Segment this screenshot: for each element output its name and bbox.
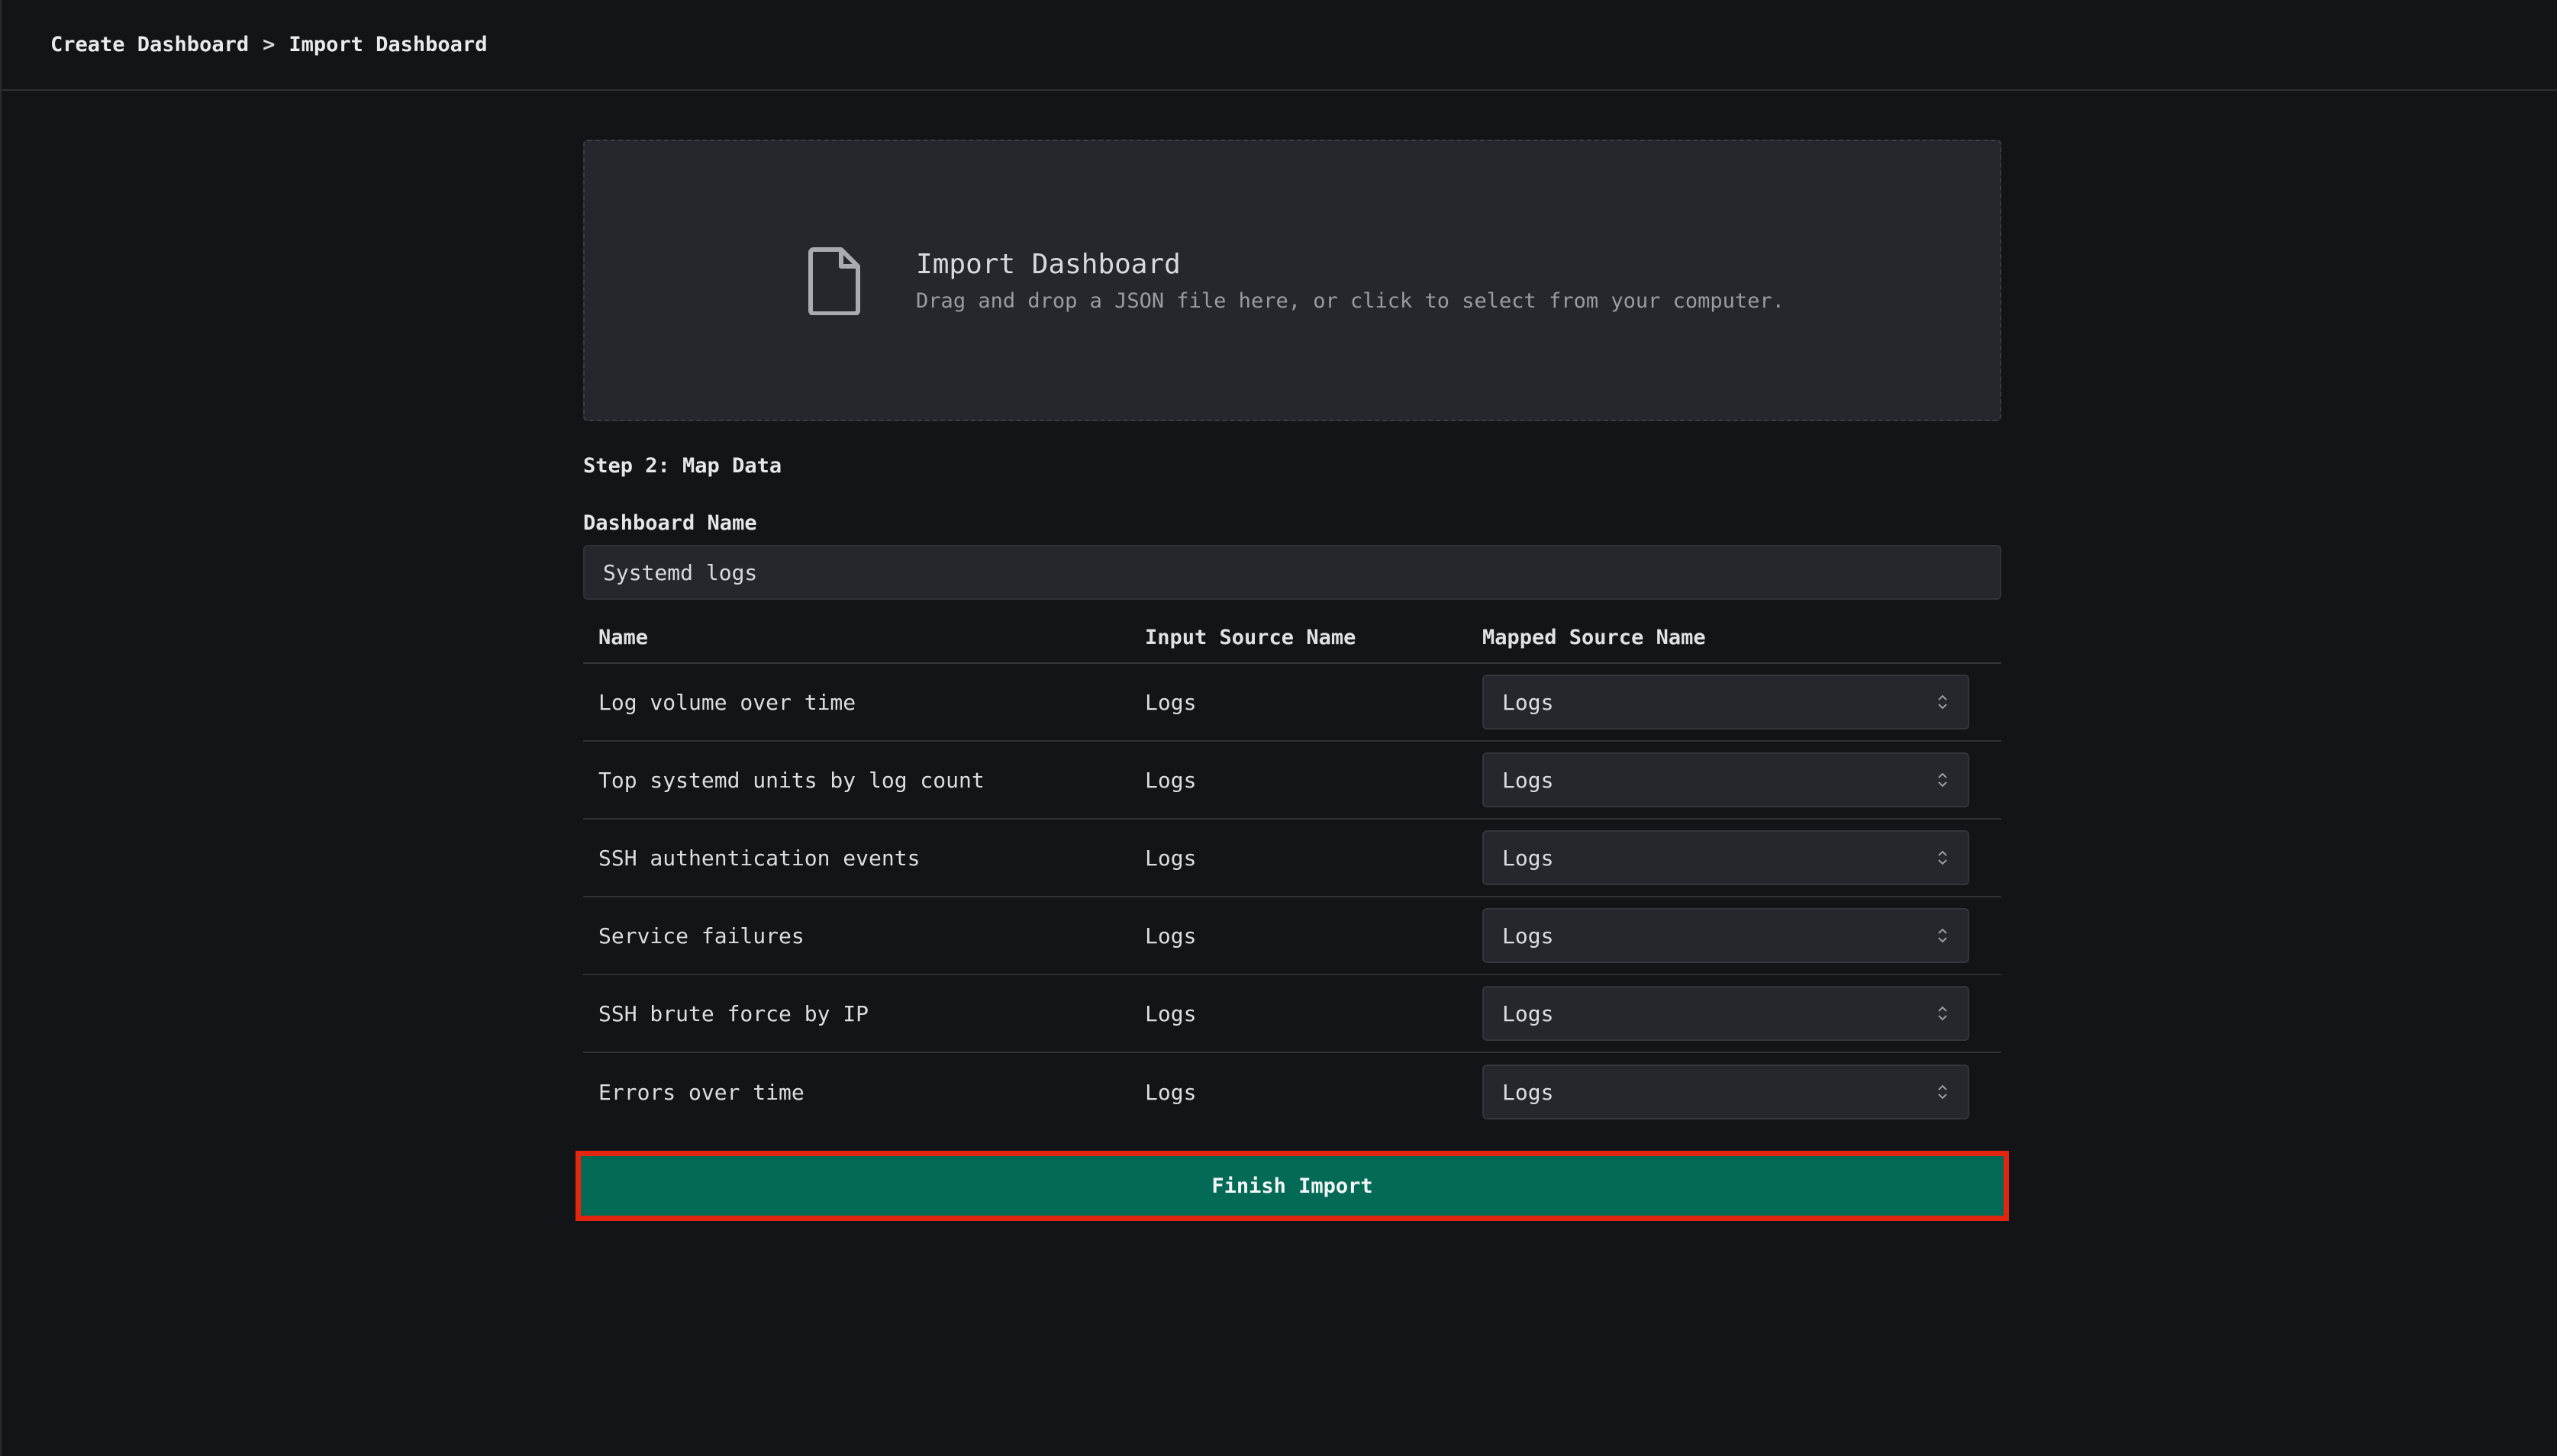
select-value: Logs (1502, 689, 1554, 715)
dropzone-text: Import Dashboard Drag and drop a JSON fi… (916, 249, 1785, 313)
table-row: Top systemd units by log count Logs Logs (583, 742, 2001, 820)
select-value: Logs (1502, 767, 1554, 793)
select-value: Logs (1502, 1079, 1554, 1105)
row-mapped-cell: Logs (1482, 908, 2001, 963)
row-input-source: Logs (1145, 689, 1197, 715)
row-mapped-cell: Logs (1482, 752, 2001, 807)
top-bar: Create Dashboard > Import Dashboard (2, 0, 2557, 91)
mapped-source-select[interactable]: Logs (1482, 908, 1969, 963)
row-input-source: Logs (1145, 1079, 1197, 1105)
table-header: Name Input Source Name Mapped Source Nam… (583, 612, 2001, 664)
mapped-source-select[interactable]: Logs (1482, 986, 1969, 1041)
mapped-source-select[interactable]: Logs (1482, 752, 1969, 807)
row-name: Top systemd units by log count (598, 767, 985, 793)
chevron-up-down-icon (1936, 926, 1949, 945)
step-title: Step 2: Map Data (583, 454, 782, 478)
chevron-up-down-icon (1936, 1003, 1949, 1023)
chevron-up-down-icon (1936, 1082, 1949, 1102)
mapping-table: Name Input Source Name Mapped Source Nam… (583, 612, 2001, 1131)
breadcrumb: Create Dashboard > Import Dashboard (50, 33, 487, 56)
header-mapped-source: Mapped Source Name (1482, 625, 1706, 649)
select-value: Logs (1502, 1000, 1554, 1026)
row-mapped-cell: Logs (1482, 675, 2001, 730)
breadcrumb-import-dashboard: Import Dashboard (289, 33, 488, 56)
row-input-source: Logs (1145, 923, 1197, 949)
breadcrumb-create-dashboard[interactable]: Create Dashboard (50, 33, 249, 56)
table-row: Log volume over time Logs Logs (583, 664, 2001, 742)
table-row: Errors over time Logs Logs (583, 1053, 2001, 1131)
mapped-source-select[interactable]: Logs (1482, 1065, 1969, 1119)
mapped-source-select[interactable]: Logs (1482, 675, 1969, 730)
row-name: SSH authentication events (598, 845, 921, 871)
page: Create Dashboard > Import Dashboard Impo… (0, 0, 2557, 1456)
row-mapped-cell: Logs (1482, 830, 2001, 885)
chevron-up-down-icon (1936, 770, 1949, 790)
finish-import-highlight: Finish Import (576, 1151, 2009, 1221)
row-mapped-cell: Logs (1482, 1065, 2001, 1119)
chevron-up-down-icon (1936, 848, 1949, 868)
import-dropzone[interactable]: Import Dashboard Drag and drop a JSON fi… (583, 140, 2001, 421)
dropzone-subtitle: Drag and drop a JSON file here, or click… (916, 288, 1785, 313)
main-content: Import Dashboard Drag and drop a JSON fi… (576, 140, 2009, 1221)
header-name: Name (598, 625, 649, 649)
row-name: Errors over time (598, 1079, 805, 1105)
table-row: SSH brute force by IP Logs Logs (583, 975, 2001, 1053)
dashboard-name-label: Dashboard Name (583, 511, 757, 535)
row-name: Log volume over time (598, 689, 856, 715)
row-input-source: Logs (1145, 1000, 1197, 1026)
select-value: Logs (1502, 923, 1554, 949)
table-row: Service failures Logs Logs (583, 897, 2001, 975)
dashboard-name-input[interactable] (583, 545, 2001, 600)
header-input-source: Input Source Name (1145, 625, 1356, 649)
row-input-source: Logs (1145, 767, 1197, 793)
select-value: Logs (1502, 845, 1554, 871)
breadcrumb-separator: > (263, 33, 276, 56)
chevron-up-down-icon (1936, 692, 1949, 712)
finish-import-button[interactable]: Finish Import (581, 1156, 2004, 1216)
row-name: Service failures (598, 923, 805, 949)
dropzone-content: Import Dashboard Drag and drop a JSON fi… (800, 246, 1785, 316)
row-mapped-cell: Logs (1482, 986, 2001, 1041)
table-row: SSH authentication events Logs Logs (583, 820, 2001, 897)
row-name: SSH brute force by IP (598, 1000, 869, 1026)
mapped-source-select[interactable]: Logs (1482, 830, 1969, 885)
file-icon (800, 246, 870, 316)
row-input-source: Logs (1145, 845, 1197, 871)
dropzone-title: Import Dashboard (916, 248, 1181, 280)
